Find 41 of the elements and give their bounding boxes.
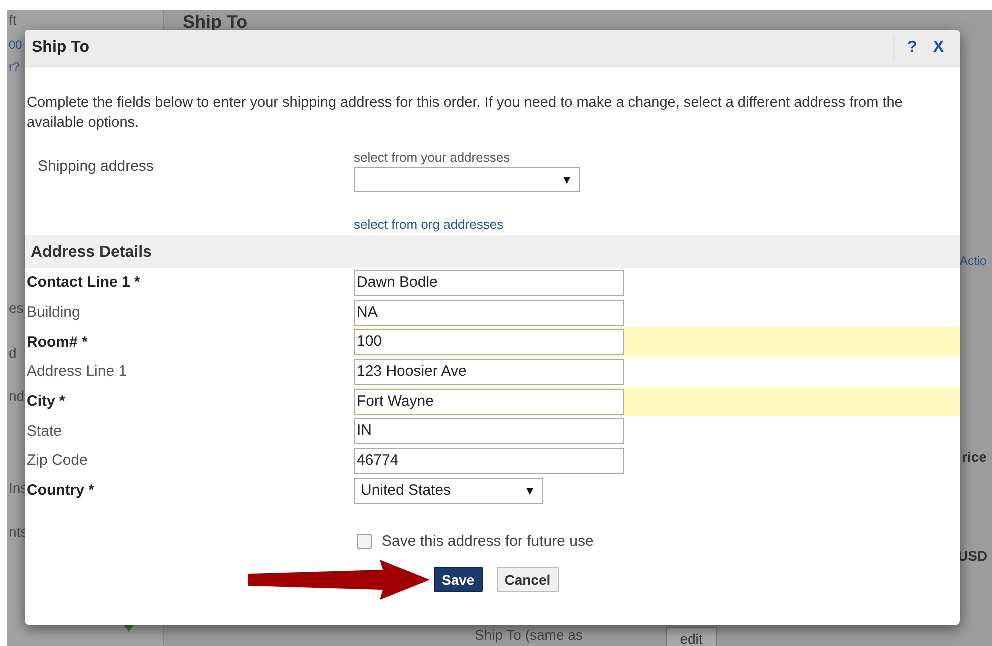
input-field[interactable]: 100 (354, 329, 624, 356)
section-header: Address Details (25, 235, 960, 268)
field-label: Room# * (26, 334, 89, 351)
help-button[interactable]: ? (900, 39, 926, 57)
page-heading: Ship To (183, 12, 248, 33)
intro-text: Complete the fields below to enter your shipping address for this order. If you need to make a change, select a different address from the available options. (27, 94, 904, 133)
field-label: Shipping address (37, 157, 155, 177)
input-field[interactable]: 46774 (354, 448, 624, 474)
input-field[interactable]: 123 Hoosier Ave (354, 358, 624, 385)
page-text: r? (9, 60, 20, 74)
page-text: 00 (9, 38, 22, 52)
field-label: State (26, 422, 64, 440)
checkbox[interactable] (357, 534, 372, 548)
save-button[interactable]: Save (434, 567, 483, 592)
org-addresses-link[interactable]: select from org addresses (354, 217, 504, 232)
input-field[interactable]: Dawn Bodle (354, 270, 624, 296)
cancel-button[interactable]: Cancel (496, 567, 559, 592)
page-text: Actio (960, 254, 987, 268)
field-label: Zip Code (26, 452, 89, 470)
field-label: City * (26, 393, 66, 410)
arrow-icon (248, 560, 430, 600)
field-label: Building (26, 304, 82, 322)
edit-button[interactable]: edit (666, 627, 717, 646)
field-label: Address Line 1 (26, 363, 128, 380)
field-label: Contact Line 1 * (26, 274, 142, 292)
field-label: Country * (26, 482, 96, 500)
page-text: rice (962, 449, 987, 465)
page-text: ft (9, 12, 17, 28)
country-dropdown[interactable]: United States ▼ (354, 478, 543, 504)
input-field[interactable]: IN (354, 418, 624, 444)
address-dropdown[interactable]: ▼ (354, 167, 580, 192)
input-field[interactable]: NA (354, 300, 624, 326)
page-text: Ship To (same as (475, 627, 583, 643)
dialog-title: Ship To (32, 39, 90, 57)
input-field[interactable]: Fort Wayne (354, 388, 624, 415)
close-button[interactable]: X (925, 39, 952, 57)
page-text: d (9, 345, 17, 361)
page-text: nd (9, 388, 25, 404)
checkbox-label: Save this address for future use (382, 532, 594, 550)
page-text: es (9, 300, 24, 316)
select-caption: select from your addresses (354, 150, 510, 165)
